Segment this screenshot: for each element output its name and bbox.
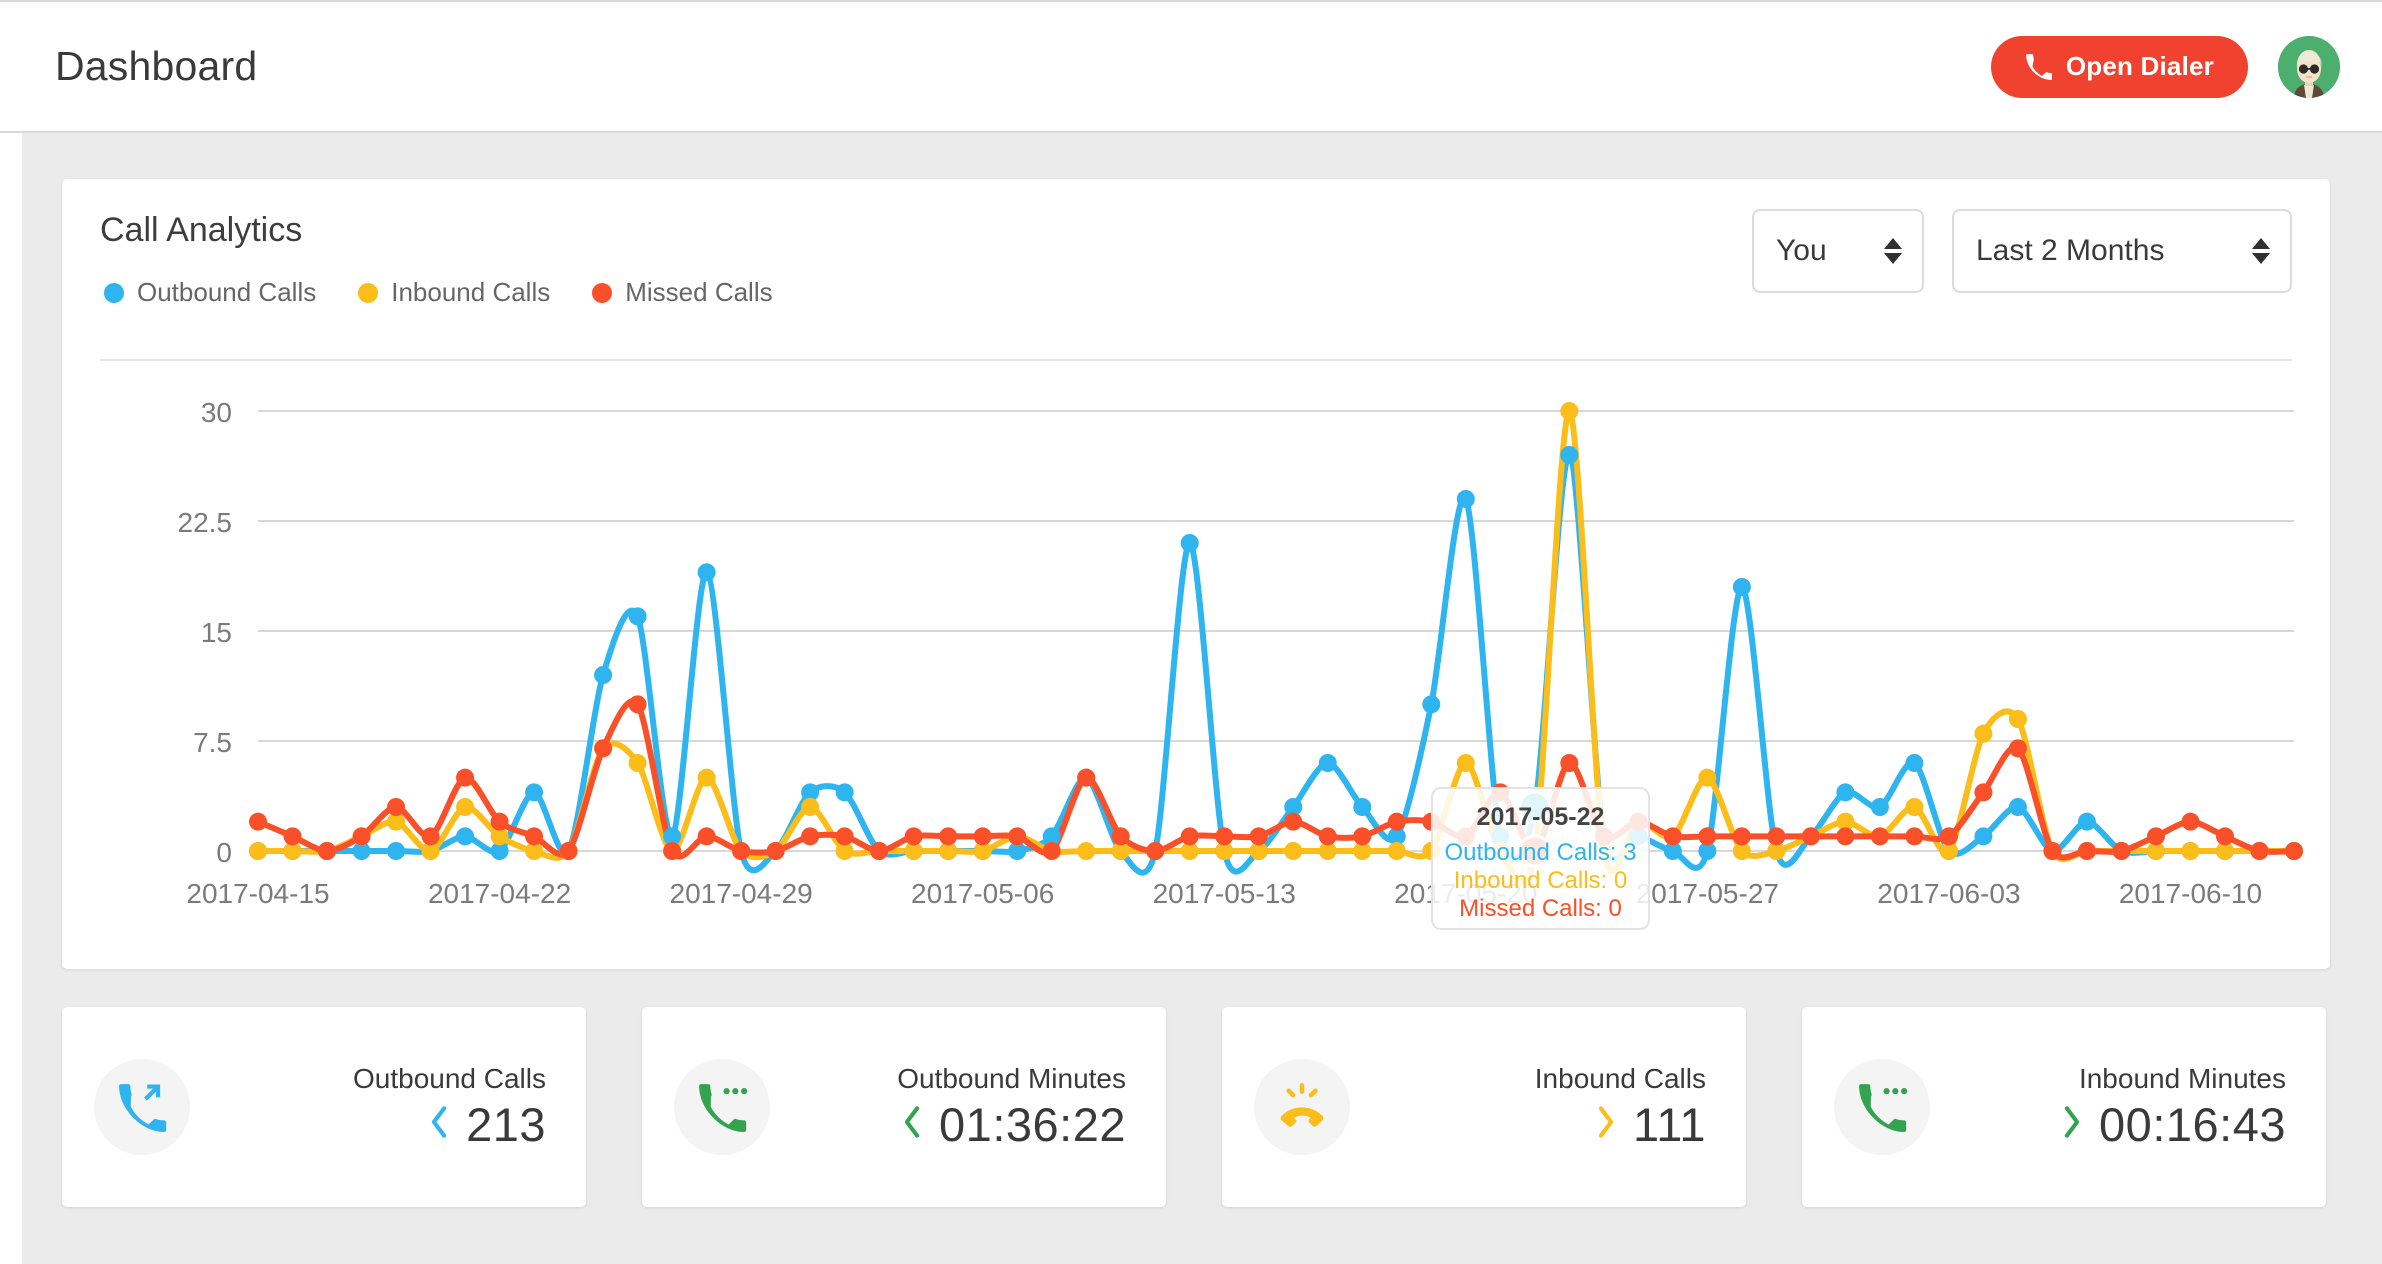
legend-item-outbound-calls[interactable]: Outbound Calls [104, 277, 316, 308]
stat-cards: Outbound Calls 213 Outbound Minutes 01:3… [62, 1007, 2352, 1217]
dashboard-page: Dashboard Open Dialer Call Analytics Out… [0, 0, 2382, 1264]
svg-text:2017-06-03: 2017-06-03 [1877, 878, 2020, 909]
card-divider [100, 359, 2292, 361]
stat-card-outbound-minutes[interactable]: Outbound Minutes 01:36:22 [642, 1007, 1166, 1207]
chart-filters: You Last 2 Months [1752, 209, 2292, 293]
stat-card-inbound-calls[interactable]: Inbound Calls 111 [1222, 1007, 1746, 1207]
svg-text:0: 0 [216, 837, 232, 868]
stat-text: Inbound Calls 111 [1535, 1062, 1706, 1153]
date-range-select-value: Last 2 Months [1976, 234, 2165, 267]
svg-text:30: 30 [201, 397, 232, 428]
svg-text:2017-06-10: 2017-06-10 [2119, 878, 2262, 909]
stat-value-row: 213 [353, 1097, 546, 1152]
stat-label: Outbound Calls [352, 1062, 546, 1094]
date-range-select[interactable]: Last 2 Months [1952, 209, 2292, 293]
legend-label-inbound: Inbound Calls [391, 277, 551, 307]
stat-text: Outbound Minutes 01:36:22 [897, 1062, 1126, 1153]
legend-item-inbound-calls[interactable]: Inbound Calls [358, 277, 550, 308]
chart-legend: Outbound Calls Inbound Calls Missed Call… [104, 277, 773, 308]
top-bar: Dashboard Open Dialer [0, 0, 2382, 133]
call-analytics-card: Call Analytics Outbound Calls Inbound Ca… [62, 179, 2330, 969]
stat-value-row: 111 [1535, 1097, 1706, 1152]
page-title: Dashboard [55, 43, 258, 89]
svg-text:2017-04-22: 2017-04-22 [428, 878, 571, 909]
stat-label: Inbound Minutes [2078, 1062, 2286, 1094]
user-select-value: You [1776, 234, 1827, 267]
call-analytics-chart[interactable]: 0 7.5 15 22.5 30 2017-04-15 2017-04-22 2017-04-… [62, 379, 2330, 959]
phone-talk-icon [674, 1059, 770, 1155]
phone-talk-icon [1834, 1059, 1930, 1155]
open-dialer-button[interactable]: Open Dialer [1990, 35, 2248, 98]
legend-dot-inbound-icon [358, 282, 379, 303]
user-select[interactable]: You [1752, 209, 1924, 293]
stat-value: 00:16:43 [2099, 1098, 2286, 1152]
svg-text:2017-04-29: 2017-04-29 [670, 878, 813, 909]
phone-icon [2025, 53, 2052, 80]
svg-text:22.5: 22.5 [178, 507, 233, 538]
stat-value-row: 00:16:43 [2061, 1097, 2286, 1152]
chart-svg[interactable]: 0 7.5 15 22.5 30 2017-04-15 2017-04-22 2017-04-… [62, 379, 2330, 959]
open-dialer-label: Open Dialer [2065, 51, 2214, 81]
svg-text:2017-05-27: 2017-05-27 [1636, 878, 1779, 909]
chevron-updown-icon [1884, 238, 1902, 264]
stat-label: Inbound Calls [1534, 1062, 1706, 1094]
chevron-right-icon [2061, 1105, 2083, 1144]
chevron-left-icon [428, 1105, 450, 1144]
avatar-image [2278, 35, 2340, 98]
stat-value: 111 [1633, 1098, 1706, 1152]
legend-label-missed: Missed Calls [625, 277, 773, 307]
chevron-updown-icon [2252, 238, 2270, 264]
stat-value: 213 [466, 1098, 546, 1152]
stat-label: Outbound Minutes [897, 1062, 1126, 1094]
legend-label-outbound: Outbound Calls [137, 277, 317, 307]
legend-dot-missed-icon [592, 282, 613, 303]
svg-text:2017-05-13: 2017-05-13 [1153, 878, 1296, 909]
stat-text: Inbound Minutes 00:16:43 [2061, 1062, 2286, 1153]
legend-item-missed-calls[interactable]: Missed Calls [592, 277, 773, 308]
left-rail [0, 133, 22, 1264]
page-body: Call Analytics Outbound Calls Inbound Ca… [0, 133, 2382, 1264]
phone-outgoing-icon [94, 1059, 190, 1155]
stat-card-inbound-minutes[interactable]: Inbound Minutes 00:16:43 [1802, 1007, 2326, 1207]
top-bar-actions: Open Dialer [1990, 35, 2340, 98]
svg-text:7.5: 7.5 [193, 727, 232, 758]
chevron-right-icon [1595, 1105, 1617, 1144]
stat-value: 01:36:22 [939, 1098, 1126, 1152]
svg-text:2017-05-06: 2017-05-06 [911, 878, 1054, 909]
chevron-left-icon [901, 1105, 923, 1144]
avatar[interactable] [2278, 35, 2340, 98]
svg-text:2017-04-15: 2017-04-15 [186, 878, 329, 909]
legend-dot-outbound-icon [104, 282, 124, 303]
stat-card-outbound-calls[interactable]: Outbound Calls 213 [62, 1007, 586, 1207]
content-area: Call Analytics Outbound Calls Inbound Ca… [22, 133, 2382, 1264]
stat-text: Outbound Calls 213 [353, 1062, 546, 1153]
phone-ringing-icon [1254, 1059, 1350, 1155]
call-analytics-title: Call Analytics [100, 211, 303, 249]
svg-text:15: 15 [201, 617, 232, 648]
svg-text:2017-05-20: 2017-05-20 [1394, 878, 1537, 909]
stat-value-row: 01:36:22 [897, 1097, 1126, 1152]
